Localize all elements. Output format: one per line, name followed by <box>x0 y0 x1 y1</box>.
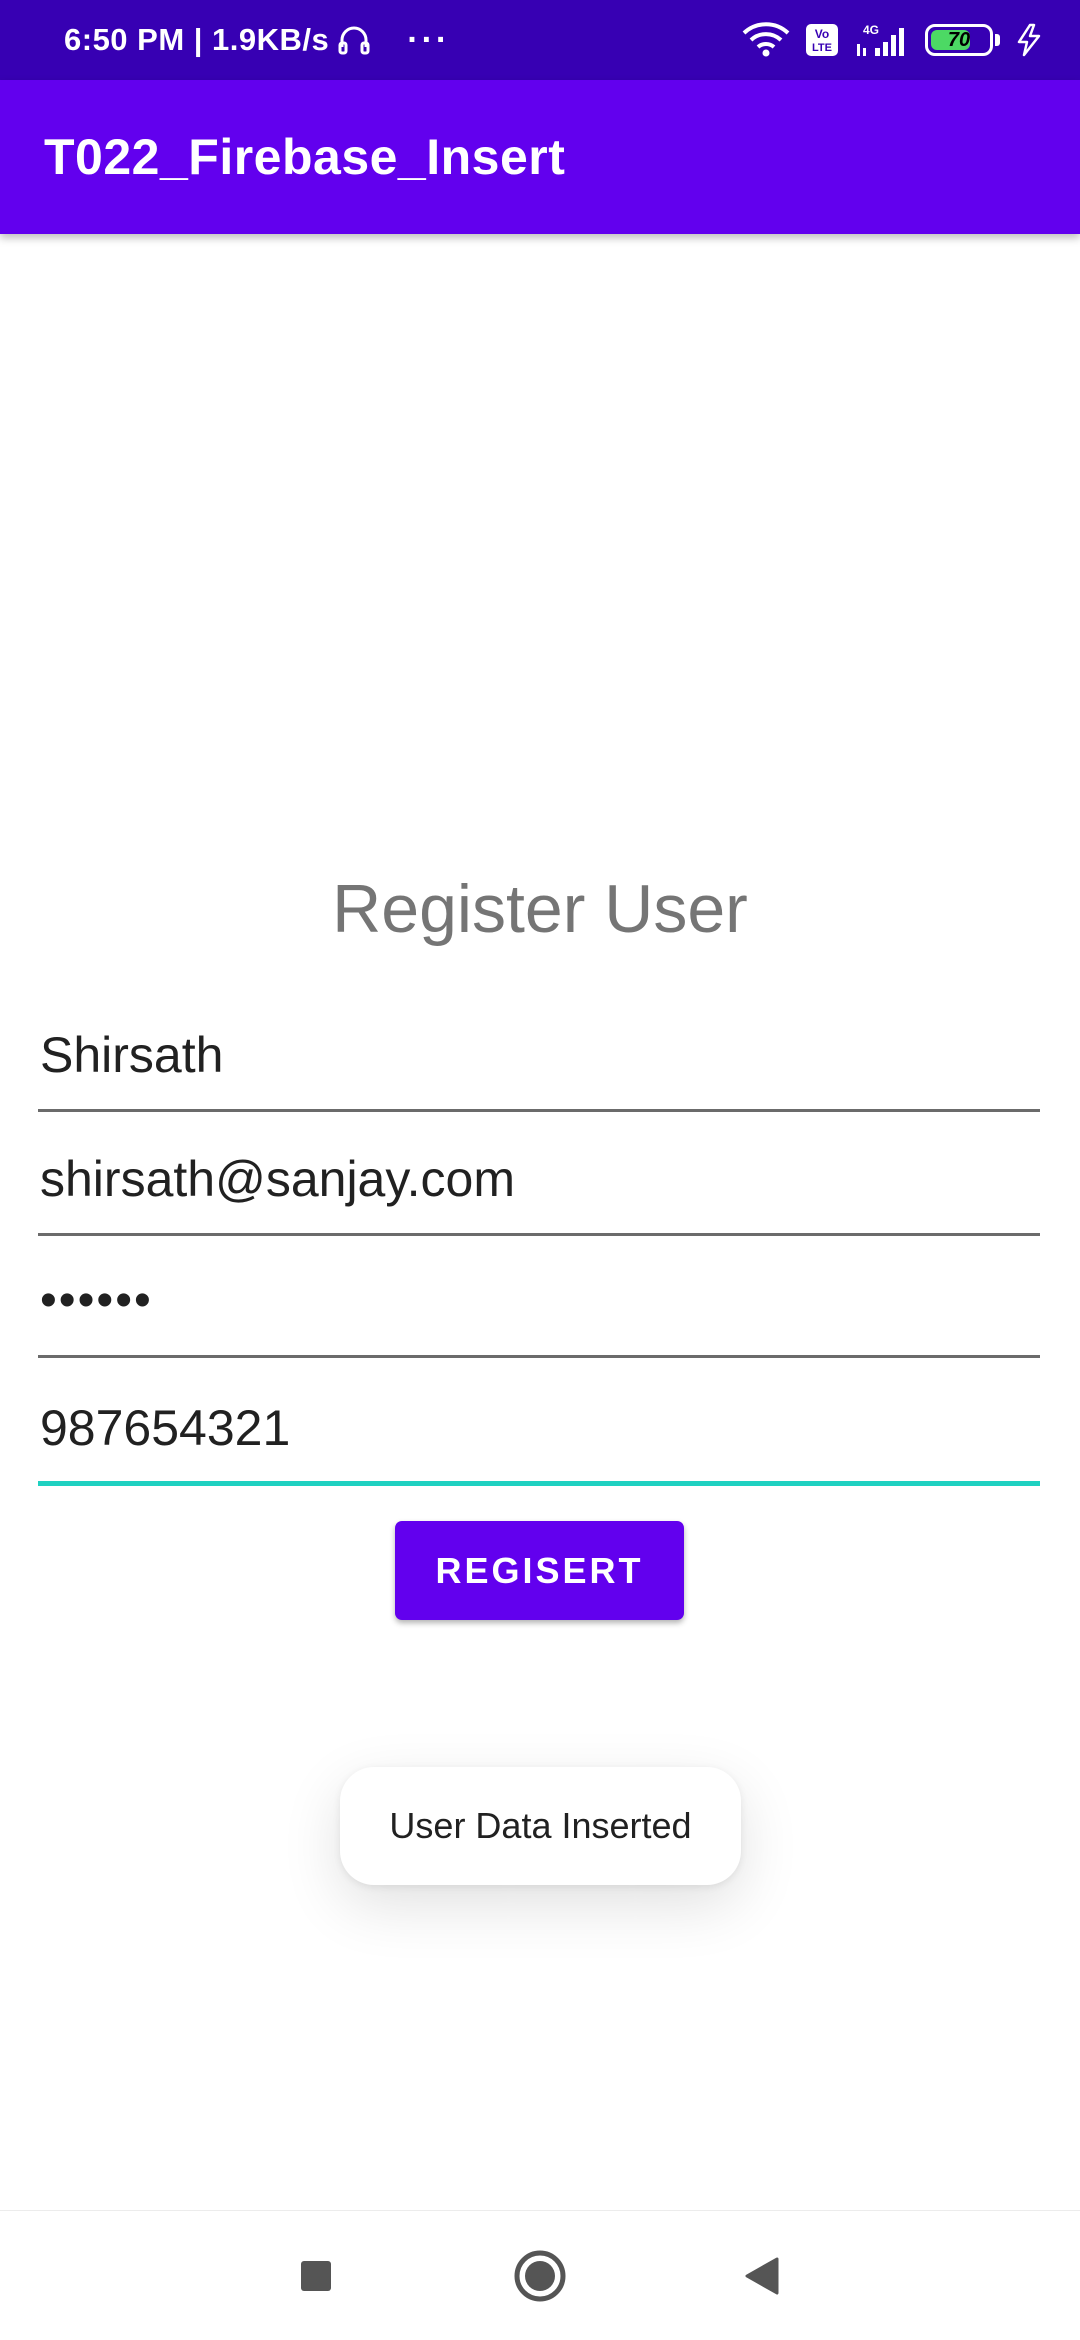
svg-text:Vo: Vo <box>815 27 829 41</box>
email-input[interactable] <box>38 1136 1040 1236</box>
app-bar: T022_Firebase_Insert <box>0 80 1080 234</box>
battery-icon: 70 <box>925 24 1000 56</box>
back-button[interactable] <box>692 2211 832 2340</box>
home-button[interactable] <box>470 2211 610 2340</box>
password-input[interactable] <box>38 1258 1040 1358</box>
phone-input[interactable] <box>38 1386 1040 1486</box>
home-circle-icon <box>514 2250 566 2302</box>
app-title: T022_Firebase_Insert <box>44 129 566 185</box>
svg-text:4G: 4G <box>863 23 879 37</box>
register-title: Register User <box>332 871 748 947</box>
status-right: Vo LTE 4G 70 <box>741 22 1044 58</box>
status-left: 6:50 PM | 1.9KB/s ··· <box>64 21 450 60</box>
name-input[interactable] <box>38 1012 1040 1112</box>
volte-icon: Vo LTE <box>805 23 839 57</box>
status-time-speed: 6:50 PM | 1.9KB/s <box>64 22 330 57</box>
recents-button[interactable] <box>246 2211 386 2340</box>
status-bar: 6:50 PM | 1.9KB/s ··· Vo LTE 4G 70 <box>0 0 1080 80</box>
signal-icon: 4G <box>853 22 911 58</box>
toast-message: User Data Inserted <box>340 1767 741 1885</box>
svg-text:LTE: LTE <box>812 42 832 54</box>
back-triangle-icon <box>745 2257 779 2295</box>
recents-square-icon <box>301 2261 331 2291</box>
navigation-bar <box>0 2210 1080 2340</box>
register-button[interactable]: REGISERT <box>395 1521 684 1620</box>
more-notifications-icon: ··· <box>407 20 451 59</box>
charging-icon <box>1014 23 1044 57</box>
headset-icon <box>337 23 371 57</box>
wifi-icon <box>741 22 791 58</box>
battery-level: 70 <box>947 28 971 51</box>
